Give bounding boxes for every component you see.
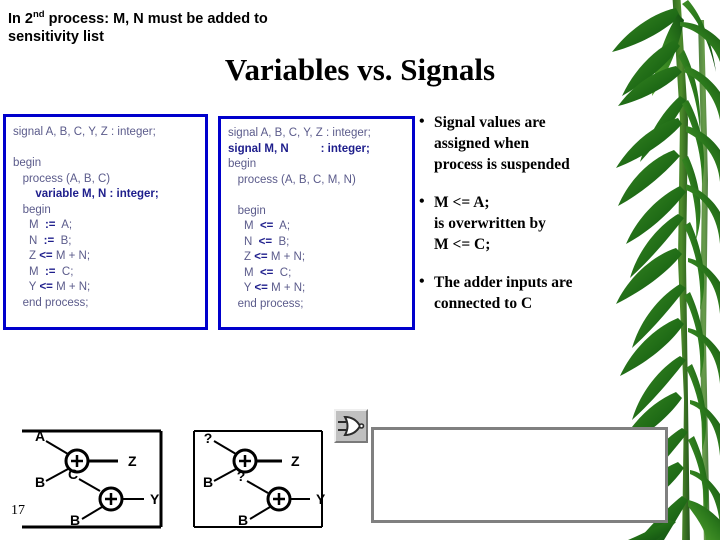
diagram-label-z: Z [128, 453, 137, 469]
or-gate-icon-button[interactable] [334, 409, 368, 443]
code-operator: <= [258, 235, 273, 248]
bullet-item: • M <= A; is overwritten by M <= C; [418, 192, 668, 255]
code-operator: <= [259, 266, 274, 279]
code-line: begin [228, 158, 257, 170]
code-operator: := [44, 265, 56, 278]
ordinal-suffix: nd [32, 9, 45, 20]
code-operator: <= [254, 282, 268, 294]
code-operator: <= [39, 281, 53, 293]
code-line: process (A, B, C) [13, 172, 111, 185]
code-line: end process; [228, 297, 304, 310]
diagram-label-y: Y [316, 491, 326, 507]
diagram-label-z: Z [291, 453, 300, 469]
bullet-marker-icon: • [419, 113, 425, 130]
bullet-line: The adder inputs are [434, 274, 573, 291]
bullet-line: process is suspended [434, 156, 570, 173]
code-line: variable M, N : integer; [13, 187, 205, 203]
diagram-label-b2: B [70, 512, 80, 528]
code-operator: <= [39, 250, 53, 262]
code-operator: <= [259, 220, 274, 232]
bullet-line: assigned when [434, 135, 530, 152]
code-line: begin [13, 203, 51, 216]
code-line: N <= B; [228, 235, 290, 248]
bullet-line: is overwritten by [434, 215, 546, 232]
diagram-label-b1: B [35, 474, 45, 490]
code-operator: := [43, 234, 55, 247]
bullet-marker-icon: • [419, 193, 425, 210]
note-text: In 2nd process: M, N must be added to se… [8, 9, 268, 45]
diagram-label-y: Y [150, 491, 160, 507]
diagram-label-a: A [35, 428, 45, 444]
circuit-diagram-variables: A B Z C B Y [22, 428, 163, 529]
bullet-item: • The adder inputs are connected to C [418, 272, 668, 314]
code-line: M := C; [13, 265, 74, 278]
code-line: begin [228, 204, 266, 217]
code-line: signal A, B, C, Y, Z : integer; [13, 126, 156, 138]
code-line: M := A; [13, 219, 73, 231]
bullet-list: • Signal values are assigned when process i… [418, 112, 668, 331]
bullet-line: M <= A; [434, 194, 490, 211]
code-line: signal M, N : integer; [228, 142, 412, 158]
code-line-emphasis: variable M, N : integer; [13, 188, 159, 200]
diagram-label-c: C [68, 466, 78, 482]
code-line: Y <= M + N; [13, 281, 91, 293]
diagram-label-b1: B [203, 474, 213, 490]
code-line: N := B; [13, 234, 72, 247]
code-line: signal A, B, C, Y, Z : integer; [228, 127, 371, 139]
or-gate-icon [338, 415, 365, 437]
bullet-marker-icon: • [419, 273, 425, 290]
note-box [371, 427, 668, 523]
diagram-label-unknown2: ? [237, 468, 246, 484]
bullet-item: • Signal values are assigned when process i… [418, 112, 668, 175]
code-box-signals: signal A, B, C, Y, Z : integer; signal M,… [218, 116, 415, 330]
bullet-line: connected to C [434, 295, 533, 312]
code-line: Y <= M + N; [228, 282, 306, 294]
code-operator: <= [254, 251, 268, 263]
diagram-label-unknown1: ? [204, 430, 213, 446]
bullet-line: Signal values are [434, 114, 546, 131]
bullet-line: M <= C; [434, 236, 491, 253]
code-operator: := [44, 219, 56, 231]
slide-number: 17 [11, 503, 25, 518]
code-line: end process; [13, 296, 89, 309]
slide-canvas: Variables vs. Signals signal A, B, C, Y,… [0, 0, 720, 540]
code-line: Z <= M + N; [228, 251, 306, 263]
code-line: M <= A; [228, 220, 291, 232]
code-line: Z <= M + N; [13, 250, 91, 262]
diagram-label-b2: B [238, 512, 248, 528]
code-line: M <= C; [228, 266, 292, 279]
slide-title: Variables vs. Signals [224, 52, 496, 87]
code-line: begin [13, 157, 42, 169]
code-line: process (A, B, C, M, N) [228, 173, 356, 186]
code-line-emphasis: signal M, N : integer; [228, 142, 370, 155]
circuit-diagram-signals: ? B Z ? B Y [193, 430, 326, 528]
code-box-variables: signal A, B, C, Y, Z : integer; begin pr… [3, 114, 208, 330]
